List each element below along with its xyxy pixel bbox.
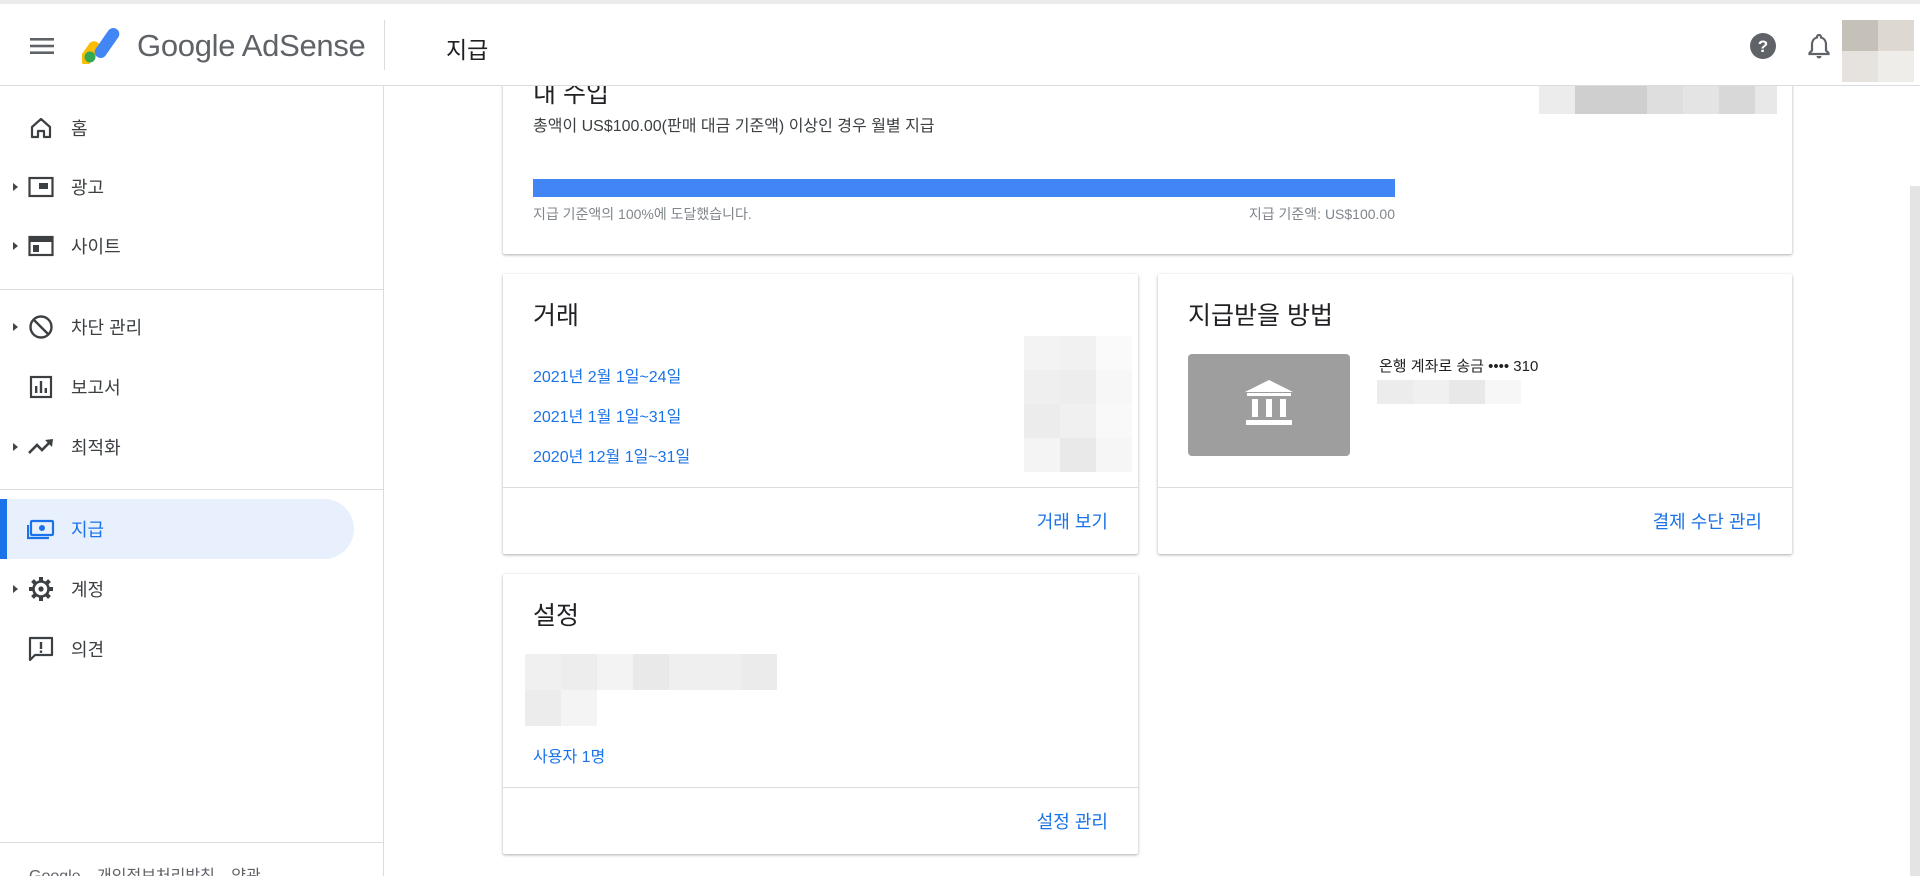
sidebar-item-sites[interactable]: 사이트 <box>0 216 354 276</box>
account-avatar[interactable] <box>1842 20 1914 82</box>
sidebar-nav: 홈 광고 사이트 차단 관리 보고서 최적화 지급 계정 의견 <box>0 86 384 876</box>
footer-google-link[interactable]: Google <box>29 868 81 876</box>
card-divider <box>1158 487 1792 488</box>
notifications-bell-icon[interactable] <box>1804 31 1834 61</box>
payment-method-card: 지급받을 방법 온행 계좌로 송금 •••• 310 결제 수단 관리 <box>1158 274 1792 554</box>
ads-icon <box>27 173 55 201</box>
sidebar-item-label: 홈 <box>71 119 88 139</box>
gear-icon <box>27 575 55 603</box>
redacted-bank-info <box>1377 380 1521 404</box>
sidebar-item-account[interactable]: 계정 <box>0 559 354 619</box>
settings-card: 설정 사용자 1명 설정 관리 <box>503 574 1138 854</box>
expand-caret-icon[interactable] <box>13 443 18 451</box>
sidebar-item-home[interactable]: 홈 <box>0 98 354 158</box>
feedback-icon <box>27 635 55 663</box>
sidebar-item-label: 최적화 <box>71 438 121 458</box>
footer-terms-link[interactable]: 약관 <box>231 868 260 876</box>
payment-threshold-progress-track <box>533 179 1395 197</box>
expand-caret-icon[interactable] <box>13 323 18 331</box>
sidebar-item-label: 광고 <box>71 178 105 198</box>
sidebar-item-label: 차단 관리 <box>71 318 143 338</box>
sidebar-item-feedback[interactable]: 의견 <box>0 619 354 679</box>
card-divider <box>503 787 1138 788</box>
brand-separator <box>384 20 385 70</box>
sidebar-item-reports[interactable]: 보고서 <box>0 357 354 417</box>
expand-caret-icon[interactable] <box>13 242 18 250</box>
sidebar-footer-links: Google 개인정보처리방침 약관 <box>29 862 273 876</box>
settings-title: 설정 <box>533 602 580 630</box>
manage-payment-methods-button[interactable]: 결제 수단 관리 <box>1653 508 1762 534</box>
sidebar-item-ads[interactable]: 광고 <box>0 157 354 217</box>
sidebar-item-label: 보고서 <box>71 378 121 398</box>
sidebar-item-payments[interactable]: 지급 <box>0 499 354 559</box>
payment-method-text: 온행 계좌로 송금 •••• 310 <box>1379 358 1539 375</box>
adsense-logo-icon <box>79 24 122 65</box>
threshold-label: 지급 기준액: US$100.00 <box>1248 206 1395 222</box>
view-transactions-button[interactable]: 거래 보기 <box>1037 508 1108 534</box>
sidebar-item-optimization[interactable]: 최적화 <box>0 417 354 477</box>
transaction-period-link[interactable]: 2021년 2월 1일~24일 <box>533 363 681 387</box>
transaction-period-link[interactable]: 2021년 1월 1일~31일 <box>533 403 681 427</box>
brand-name: Google AdSense <box>137 28 366 63</box>
expand-caret-icon[interactable] <box>13 585 18 593</box>
home-icon <box>27 114 55 142</box>
transactions-card: 거래 2021년 2월 1일~24일 2021년 1월 1일~31일 2020년… <box>503 274 1138 554</box>
reports-icon <box>27 373 55 401</box>
page-title: 지급 <box>446 37 489 63</box>
expand-caret-icon[interactable] <box>13 183 18 191</box>
menu-icon[interactable] <box>24 28 60 64</box>
earnings-card: 내 수입 총액이 US$100.00(판매 대금 기준액) 이상인 경우 월별 … <box>503 60 1792 254</box>
help-icon[interactable]: ? <box>1748 31 1778 61</box>
earnings-subtitle: 총액이 US$100.00(판매 대금 기준액) 이상인 경우 월별 지급 <box>533 118 935 135</box>
payment-method-title: 지급받을 방법 <box>1188 302 1333 330</box>
sidebar-divider <box>0 489 384 490</box>
sidebar-divider <box>0 842 384 843</box>
manage-settings-button[interactable]: 설정 관리 <box>1037 808 1108 834</box>
payment-threshold-progress-fill <box>533 179 1395 197</box>
transactions-title: 거래 <box>533 302 580 330</box>
bank-card <box>1188 354 1350 456</box>
sidebar-item-label: 계정 <box>71 580 105 600</box>
card-divider <box>503 487 1138 488</box>
top-app-bar: Google AdSense 지급 ? <box>0 0 1920 86</box>
redacted-settings-info <box>525 654 777 726</box>
sites-icon <box>27 232 55 260</box>
sidebar-item-blocking[interactable]: 차단 관리 <box>0 297 354 357</box>
bank-icon <box>1243 377 1295 434</box>
sidebar-item-label: 지급 <box>71 520 105 540</box>
footer-privacy-link[interactable]: 개인정보처리방침 <box>97 868 215 876</box>
block-icon <box>27 313 55 341</box>
svg-text:?: ? <box>1758 37 1768 56</box>
transaction-period-link[interactable]: 2020년 12월 1일~31일 <box>533 443 690 467</box>
payments-icon <box>27 515 55 543</box>
page-scrollbar[interactable] <box>1910 186 1920 876</box>
sidebar-item-label: 의견 <box>71 640 105 660</box>
redacted-amounts <box>1024 336 1132 472</box>
sidebar-item-label: 사이트 <box>71 237 121 257</box>
users-link[interactable]: 사용자 1명 <box>533 743 605 767</box>
trending-up-icon <box>27 433 55 461</box>
sidebar-divider <box>0 289 384 290</box>
